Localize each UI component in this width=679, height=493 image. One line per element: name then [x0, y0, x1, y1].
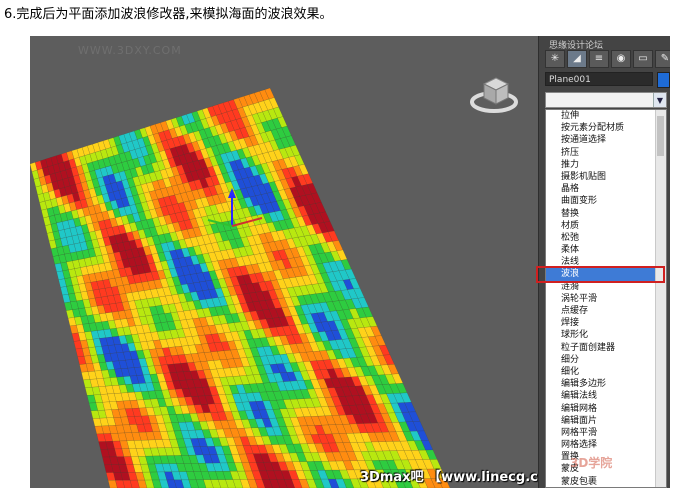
display-tab-icon[interactable]: ▭	[633, 50, 653, 68]
chevron-down-icon[interactable]: ▼	[653, 93, 666, 107]
modifier-item[interactable]: 网格平滑	[546, 427, 666, 439]
motion-tab-icon[interactable]: ◉	[611, 50, 631, 68]
modifier-item[interactable]: 曲面变形	[546, 195, 666, 207]
max-screenshot: WWW.3DXY.COM 3Dmax吧 【www.linecg.com/tieb…	[30, 36, 670, 488]
modifier-item[interactable]: 按通道选择	[546, 134, 666, 146]
modifier-item[interactable]: 编辑法线	[546, 390, 666, 402]
modifier-list-scrollbar[interactable]	[655, 110, 666, 487]
modifier-item[interactable]: 替换	[546, 208, 666, 220]
gizmo-axis-x	[231, 217, 263, 227]
object-color-swatch[interactable]	[657, 72, 670, 88]
command-panel: 思缘设计论坛 ✳ ◢ ≡ ◉ ▭ ✎ Plane001 ▼ 拉伸 按元素分配材质按…	[538, 36, 670, 488]
modifier-item[interactable]: 编辑面片	[546, 415, 666, 427]
hierarchy-tab-icon[interactable]: ≡	[589, 50, 609, 68]
modifier-item[interactable]: 挤压	[546, 147, 666, 159]
modifier-item[interactable]: 编辑多边形	[546, 378, 666, 390]
modifier-item[interactable]: 拉伸	[546, 110, 666, 122]
modifier-item[interactable]: 编辑网格	[546, 403, 666, 415]
modifier-item[interactable]: 涡轮平滑	[546, 293, 666, 305]
viewcube-gizmo	[207, 77, 518, 227]
step-caption: 6.完成后为平面添加波浪修改器,来模拟海面的波浪效果。	[4, 7, 333, 22]
modifier-item[interactable]: 焊接	[546, 317, 666, 329]
modifier-item[interactable]: 晶格	[546, 183, 666, 195]
modifier-list-dropdown[interactable]: ▼	[545, 92, 667, 108]
command-panel-tabs: ✳ ◢ ≡ ◉ ▭ ✎	[545, 50, 670, 68]
gizmo-axis-y	[207, 219, 233, 227]
modifier-item[interactable]: 松弛	[546, 232, 666, 244]
modify-tab-icon[interactable]: ◢	[567, 50, 587, 68]
create-tab-icon[interactable]: ✳	[545, 50, 565, 68]
modifier-list[interactable]: 拉伸 按元素分配材质 按通道选择 挤压 推力 摄影机贴图 晶格 曲面变形 替换 材质 松弛 柔体 法线波…	[545, 109, 667, 488]
modifier-item[interactable]: 按元素分配材质	[546, 122, 666, 134]
site-banner: 3Dmax吧 【www.linecg.com/tieba/1771】	[360, 470, 538, 485]
modifier-item[interactable]: 推力	[546, 159, 666, 171]
gizmo-arrow-z	[228, 188, 236, 198]
modifier-item[interactable]: 柔体	[546, 244, 666, 256]
bottom-logo-watermark: 3D学院	[570, 456, 613, 470]
modifier-item[interactable]: 点缓存	[546, 305, 666, 317]
modifier-item[interactable]: 材质	[546, 220, 666, 232]
modifier-item[interactable]: 摄影机贴图	[546, 171, 666, 183]
scrollbar-thumb[interactable]	[657, 116, 664, 156]
modifier-item[interactable]: 细化	[546, 366, 666, 378]
modifier-item[interactable]: 球形化	[546, 329, 666, 341]
wave-highlight-box	[536, 266, 665, 283]
modifier-item[interactable]: 粒子面创建器	[546, 342, 666, 354]
modifier-item[interactable]: 蒙皮包裹	[546, 476, 666, 487]
utilities-tab-icon[interactable]: ✎	[655, 50, 670, 68]
modifier-item[interactable]: 细分	[546, 354, 666, 366]
modifier-item[interactable]: 网格选择	[546, 439, 666, 451]
object-name-field[interactable]: Plane001	[545, 72, 653, 86]
perspective-viewport[interactable]: WWW.3DXY.COM 3Dmax吧 【www.linecg.com/tieb…	[30, 36, 538, 488]
